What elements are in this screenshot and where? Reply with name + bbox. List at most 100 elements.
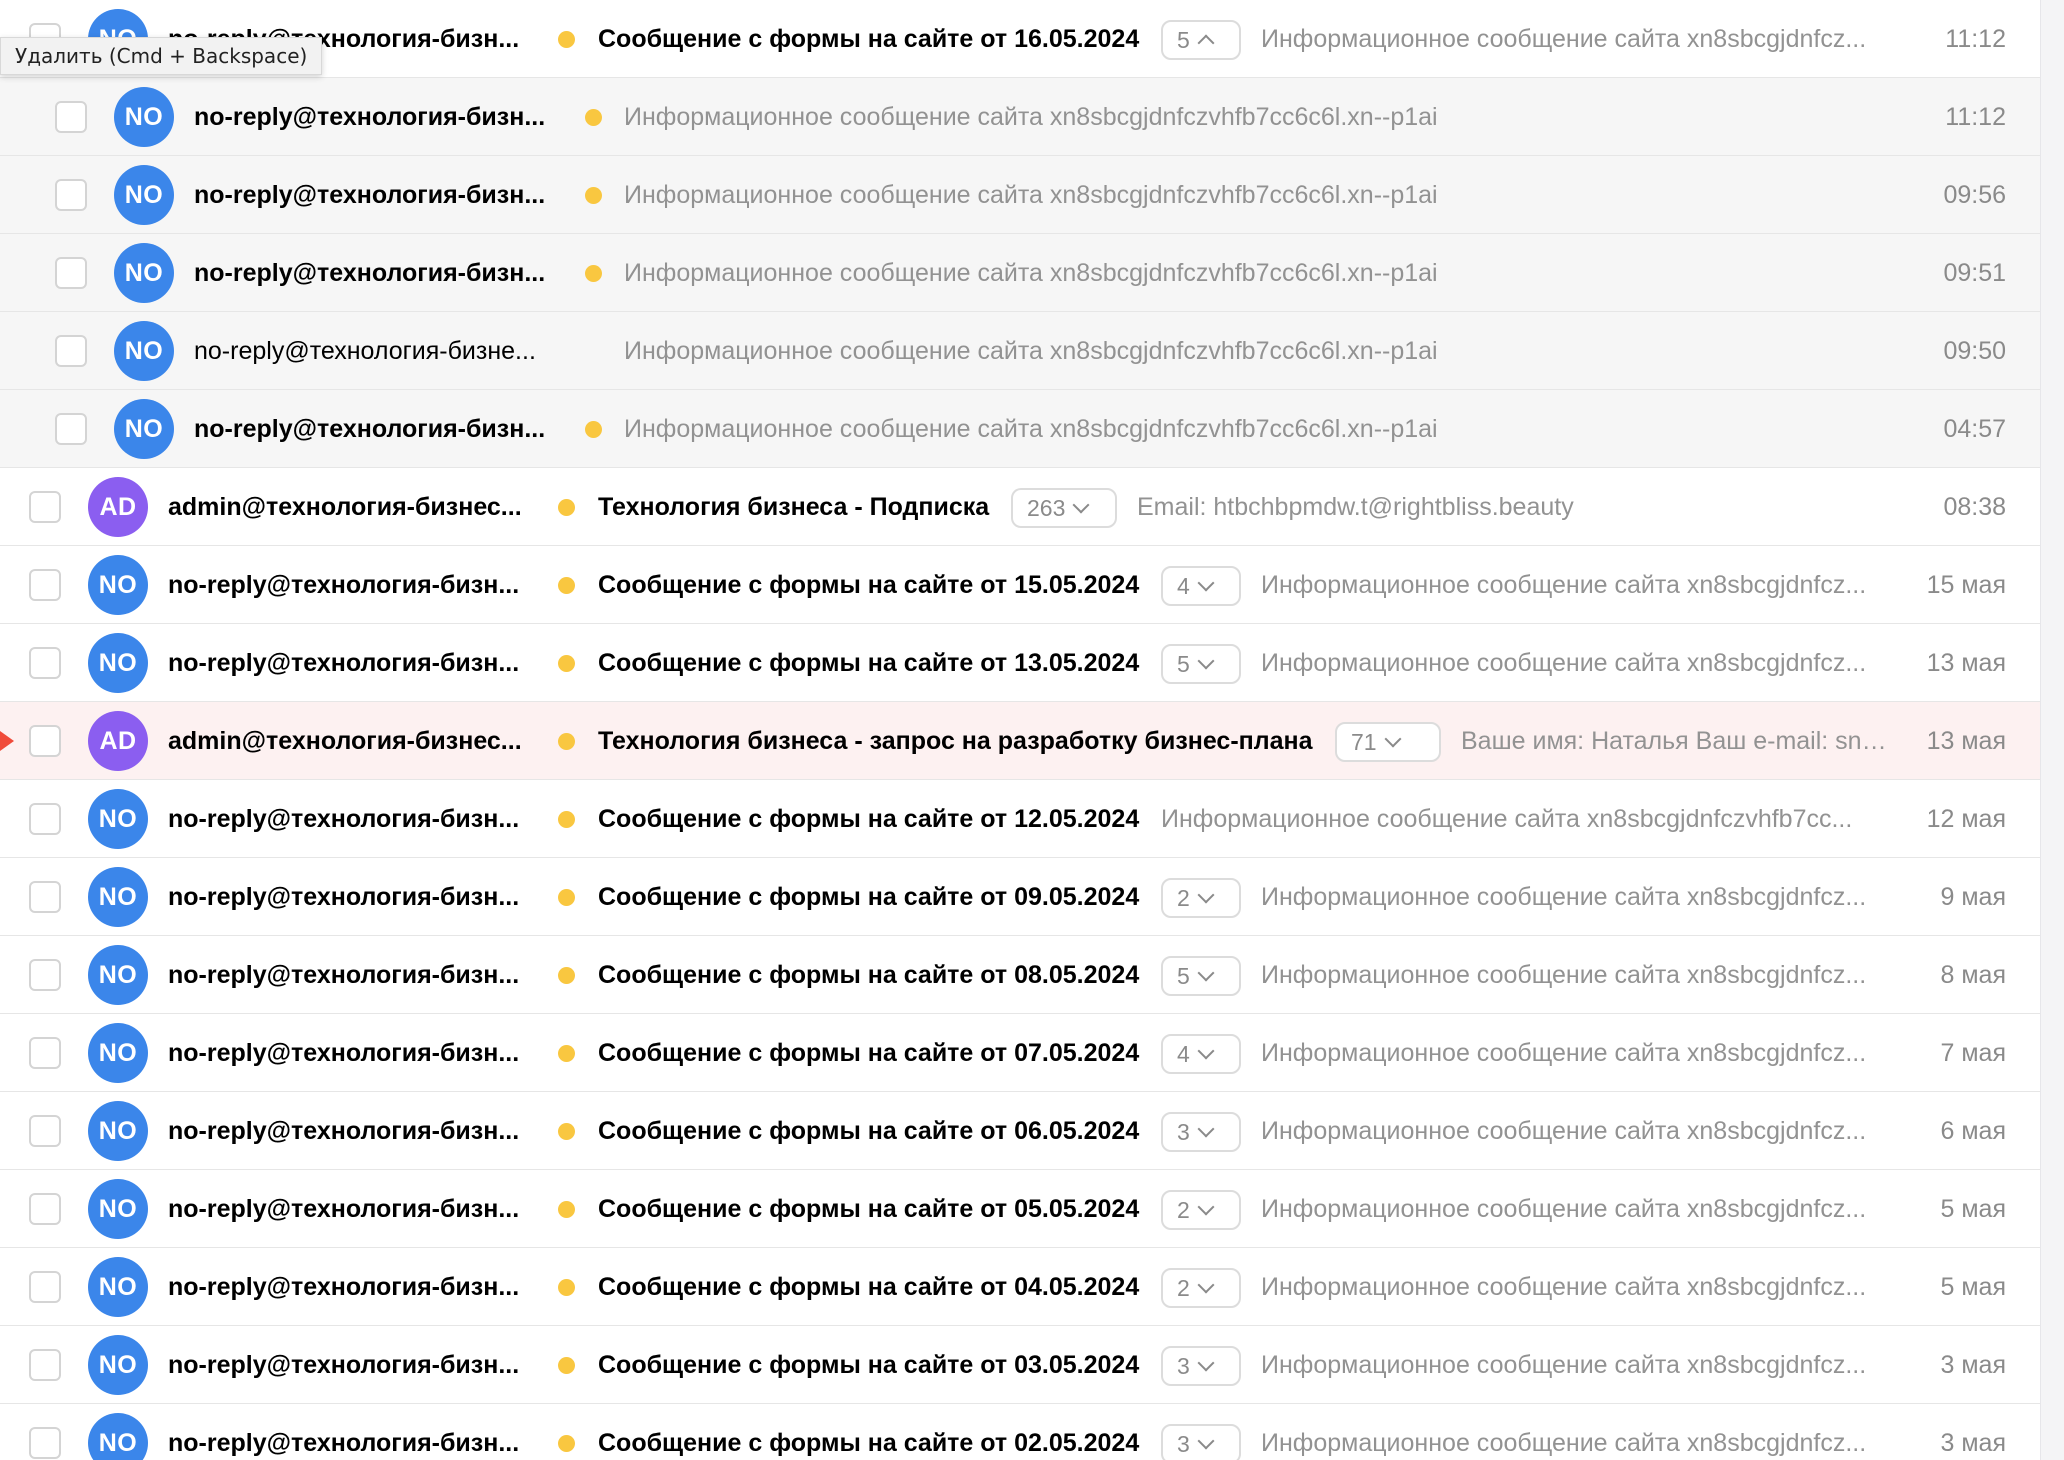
message-checkbox[interactable] — [29, 725, 61, 757]
message-list: NO no-reply@технология-бизн... Сообщение с… — [0, 0, 2040, 1460]
message-row[interactable]: NO no-reply@технология-бизн... Сообщение с… — [0, 780, 2040, 858]
avatar: NO — [88, 867, 148, 927]
message-date: 15 мая — [1926, 571, 2006, 599]
message-row[interactable]: NO no-reply@технология-бизн... Сообщение с… — [0, 1404, 2040, 1460]
sender-name: no-reply@технология-бизн... — [168, 1117, 520, 1145]
message-checkbox[interactable] — [55, 413, 87, 445]
unread-dot-icon[interactable] — [558, 1279, 575, 1296]
message-date: 09:56 — [1943, 181, 2006, 209]
message-row[interactable]: NO no-reply@технология-бизн... Сообщение с… — [0, 546, 2040, 624]
avatar: AD — [88, 477, 148, 537]
message-checkbox[interactable] — [55, 179, 87, 211]
sender-name: no-reply@технология-бизне... — [194, 337, 536, 365]
message-row[interactable]: AD admin@технология-бизнес... Технология б… — [0, 702, 2040, 780]
thread-count-button[interactable]: 71 — [1335, 722, 1441, 762]
unread-dot-icon[interactable] — [558, 811, 575, 828]
message-row[interactable]: NO no-reply@технология-бизн... Сообщение с… — [0, 1014, 2040, 1092]
unread-dot-icon[interactable] — [558, 1201, 575, 1218]
thread-count-button[interactable]: 3 — [1161, 1112, 1241, 1152]
unread-dot-icon[interactable] — [558, 1123, 575, 1140]
message-snippet: Информационное сообщение сайта xn8sbcgjd… — [624, 415, 1438, 443]
message-snippet: Информационное сообщение сайта xn8sbcgjd… — [624, 259, 1438, 287]
avatar: NO — [114, 165, 174, 225]
thread-count: 2 — [1177, 1274, 1190, 1301]
message-subject: Сообщение с формы на сайте от 13.05.2024 — [598, 649, 1140, 677]
chevron-down-icon — [1197, 652, 1215, 670]
scrollbar[interactable] — [2040, 0, 2064, 1460]
unread-dot-icon[interactable] — [558, 1045, 575, 1062]
thread-message-row[interactable]: NO no-reply@технология-бизн... Информацион… — [0, 156, 2040, 234]
unread-dot-icon[interactable] — [558, 733, 575, 750]
thread-count-button[interactable]: 3 — [1161, 1346, 1241, 1386]
unread-dot-icon[interactable] — [558, 889, 575, 906]
message-subject: Сообщение с формы на сайте от 02.05.2024 — [598, 1429, 1140, 1457]
message-checkbox[interactable] — [55, 101, 87, 133]
thread-count-button[interactable]: 2 — [1161, 1268, 1241, 1308]
unread-dot-icon[interactable] — [558, 655, 575, 672]
avatar: NO — [88, 945, 148, 1005]
message-snippet: Информационное сообщение сайта xn8sbcgjd… — [1261, 1273, 1867, 1301]
sender-name: no-reply@технология-бизн... — [168, 571, 520, 599]
message-checkbox[interactable] — [29, 803, 61, 835]
sender-name: no-reply@технология-бизн... — [168, 1195, 520, 1223]
unread-dot-icon[interactable] — [585, 265, 602, 282]
thread-count-button[interactable]: 3 — [1161, 1424, 1241, 1460]
message-row[interactable]: NO no-reply@технология-бизн... Сообщение с… — [0, 1248, 2040, 1326]
message-checkbox[interactable] — [29, 491, 61, 523]
thread-count-button[interactable]: 4 — [1161, 566, 1241, 606]
unread-dot-icon[interactable] — [558, 967, 575, 984]
unread-dot-icon[interactable] — [558, 1357, 575, 1374]
chevron-down-icon — [1197, 1042, 1215, 1060]
message-checkbox[interactable] — [55, 335, 87, 367]
message-row[interactable]: NO no-reply@технология-бизн... Сообщение с… — [0, 936, 2040, 1014]
unread-dot-icon[interactable] — [558, 499, 575, 516]
message-checkbox[interactable] — [29, 1115, 61, 1147]
thread-message-row[interactable]: NO no-reply@технология-бизн... Информацион… — [0, 234, 2040, 312]
thread-count: 263 — [1027, 494, 1066, 521]
avatar: NO — [114, 399, 174, 459]
message-checkbox[interactable] — [29, 1427, 61, 1459]
sender-name: no-reply@технология-бизн... — [194, 259, 546, 287]
message-date: 8 мая — [1940, 961, 2006, 989]
thread-message-row[interactable]: NO no-reply@технология-бизне... Информацио… — [0, 312, 2040, 390]
message-subject: Сообщение с формы на сайте от 04.05.2024 — [598, 1273, 1140, 1301]
message-checkbox[interactable] — [29, 881, 61, 913]
message-checkbox[interactable] — [55, 257, 87, 289]
thread-count-button[interactable]: 5 — [1161, 644, 1241, 684]
message-checkbox[interactable] — [29, 1349, 61, 1381]
message-row[interactable]: NO no-reply@технология-бизн... Сообщение с… — [0, 624, 2040, 702]
thread-count-button[interactable]: 263 — [1011, 488, 1117, 528]
message-row[interactable]: AD admin@технология-бизнес... Технология б… — [0, 468, 2040, 546]
important-flag-icon[interactable] — [0, 731, 14, 751]
message-checkbox[interactable] — [29, 1037, 61, 1069]
thread-count-button[interactable]: 4 — [1161, 1034, 1241, 1074]
message-checkbox[interactable] — [29, 569, 61, 601]
message-row[interactable]: NO no-reply@технология-бизн... Сообщение с… — [0, 1092, 2040, 1170]
thread-count-button[interactable]: 2 — [1161, 1190, 1241, 1230]
avatar: AD — [88, 711, 148, 771]
thread-message-row[interactable]: NO no-reply@технология-бизн... Информацион… — [0, 78, 2040, 156]
message-row[interactable]: NO no-reply@технология-бизн... Сообщение с… — [0, 1326, 2040, 1404]
thread-count-button[interactable]: 2 — [1161, 878, 1241, 918]
sender-name: no-reply@технология-бизн... — [194, 103, 546, 131]
message-checkbox[interactable] — [29, 959, 61, 991]
thread-count-button[interactable]: 5 — [1161, 956, 1241, 996]
unread-dot-icon[interactable] — [558, 577, 575, 594]
unread-dot-icon[interactable] — [558, 31, 575, 48]
unread-dot-icon[interactable] — [585, 421, 602, 438]
message-subject: Сообщение с формы на сайте от 06.05.2024 — [598, 1117, 1140, 1145]
message-row[interactable]: NO no-reply@технология-бизн... Сообщение с… — [0, 858, 2040, 936]
thread-message-row[interactable]: NO no-reply@технология-бизн... Информацион… — [0, 390, 2040, 468]
message-checkbox[interactable] — [29, 647, 61, 679]
message-subject: Технология бизнеса - запрос на разработк… — [598, 727, 1313, 755]
sender-name: admin@технология-бизнес... — [168, 727, 522, 755]
message-row[interactable]: NO no-reply@технология-бизн... Сообщение с… — [0, 1170, 2040, 1248]
thread-count-button[interactable]: 5 — [1161, 20, 1241, 60]
message-checkbox[interactable] — [29, 1193, 61, 1225]
unread-dot-icon[interactable] — [585, 187, 602, 204]
message-checkbox[interactable] — [29, 1271, 61, 1303]
message-date: 3 мая — [1940, 1351, 2006, 1379]
chevron-down-icon — [1197, 1432, 1215, 1450]
unread-dot-icon[interactable] — [558, 1435, 575, 1452]
unread-dot-icon[interactable] — [585, 109, 602, 126]
